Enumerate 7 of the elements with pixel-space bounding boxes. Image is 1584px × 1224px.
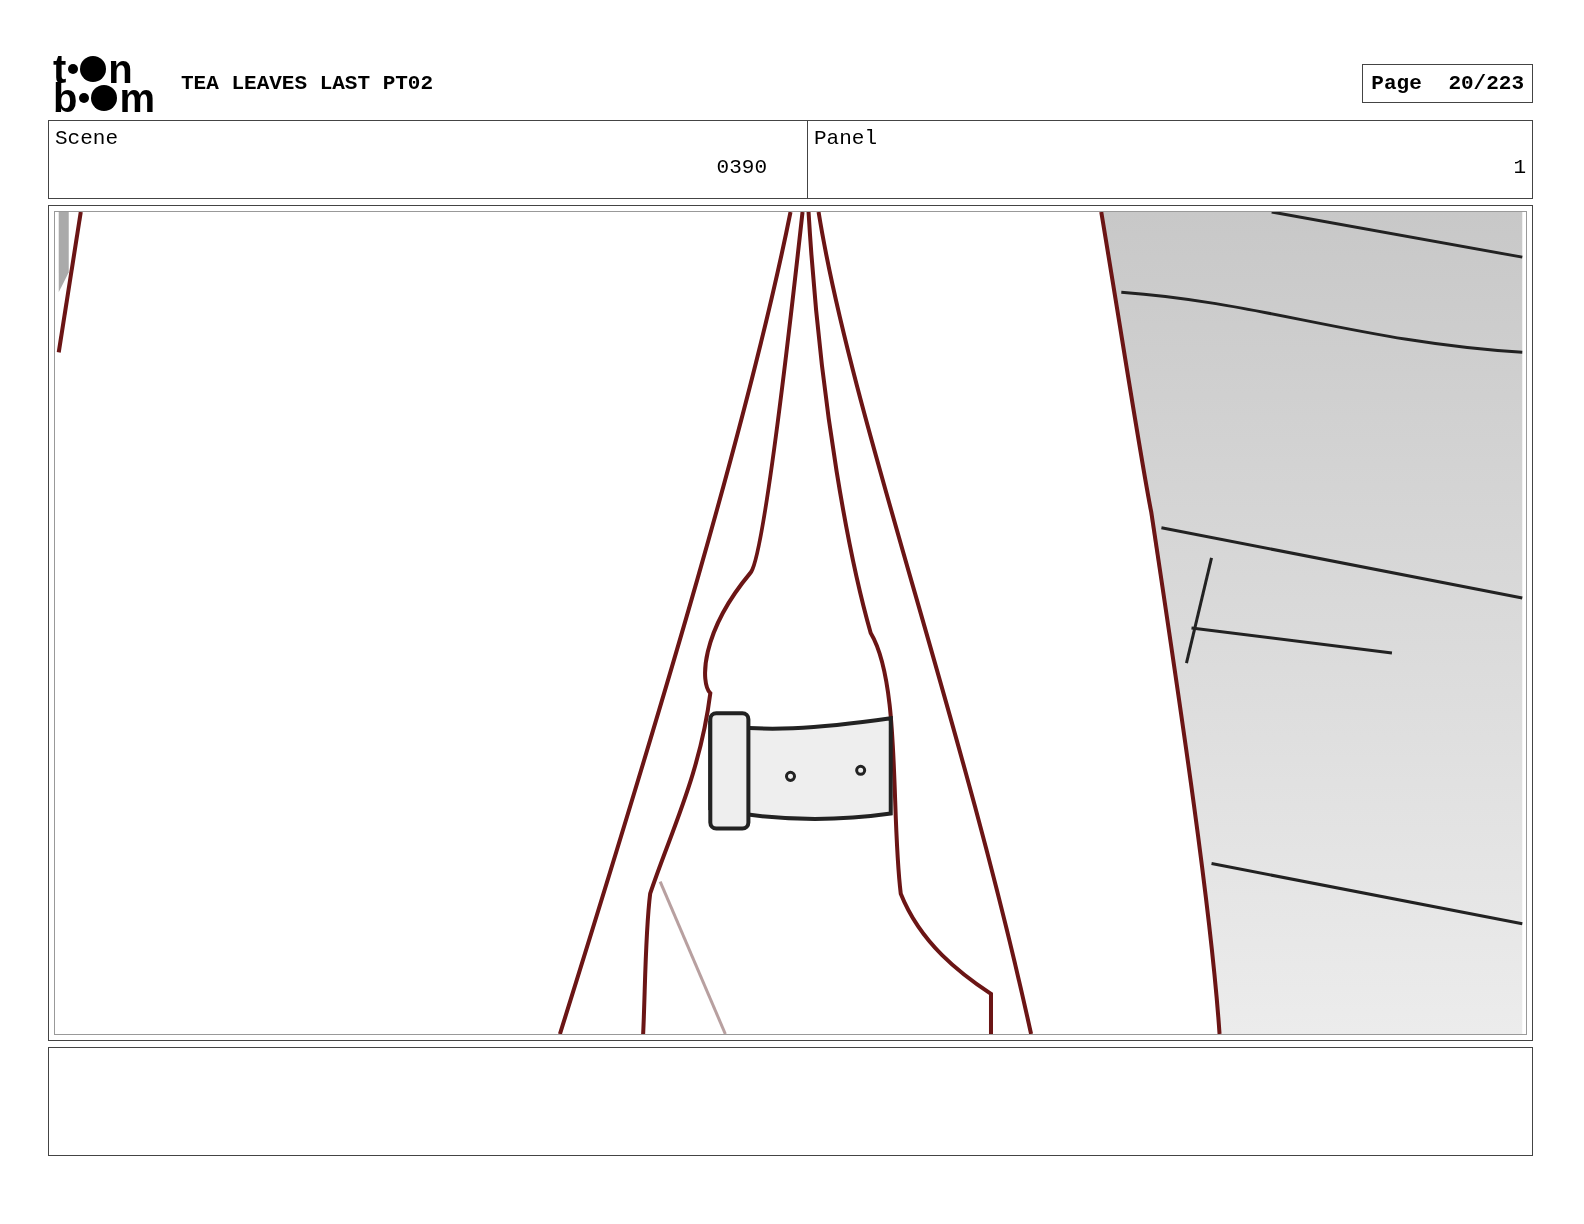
field-label: Scene [55,127,119,150]
field-value: 1 [1513,156,1526,179]
field-value: 0390 [716,156,767,179]
document-title: TEA LEAVES LAST PT02 [181,72,434,95]
logo: t n b m [53,54,155,113]
field-label: Panel [814,127,878,150]
page-number: Page 20/223 [1362,64,1533,103]
